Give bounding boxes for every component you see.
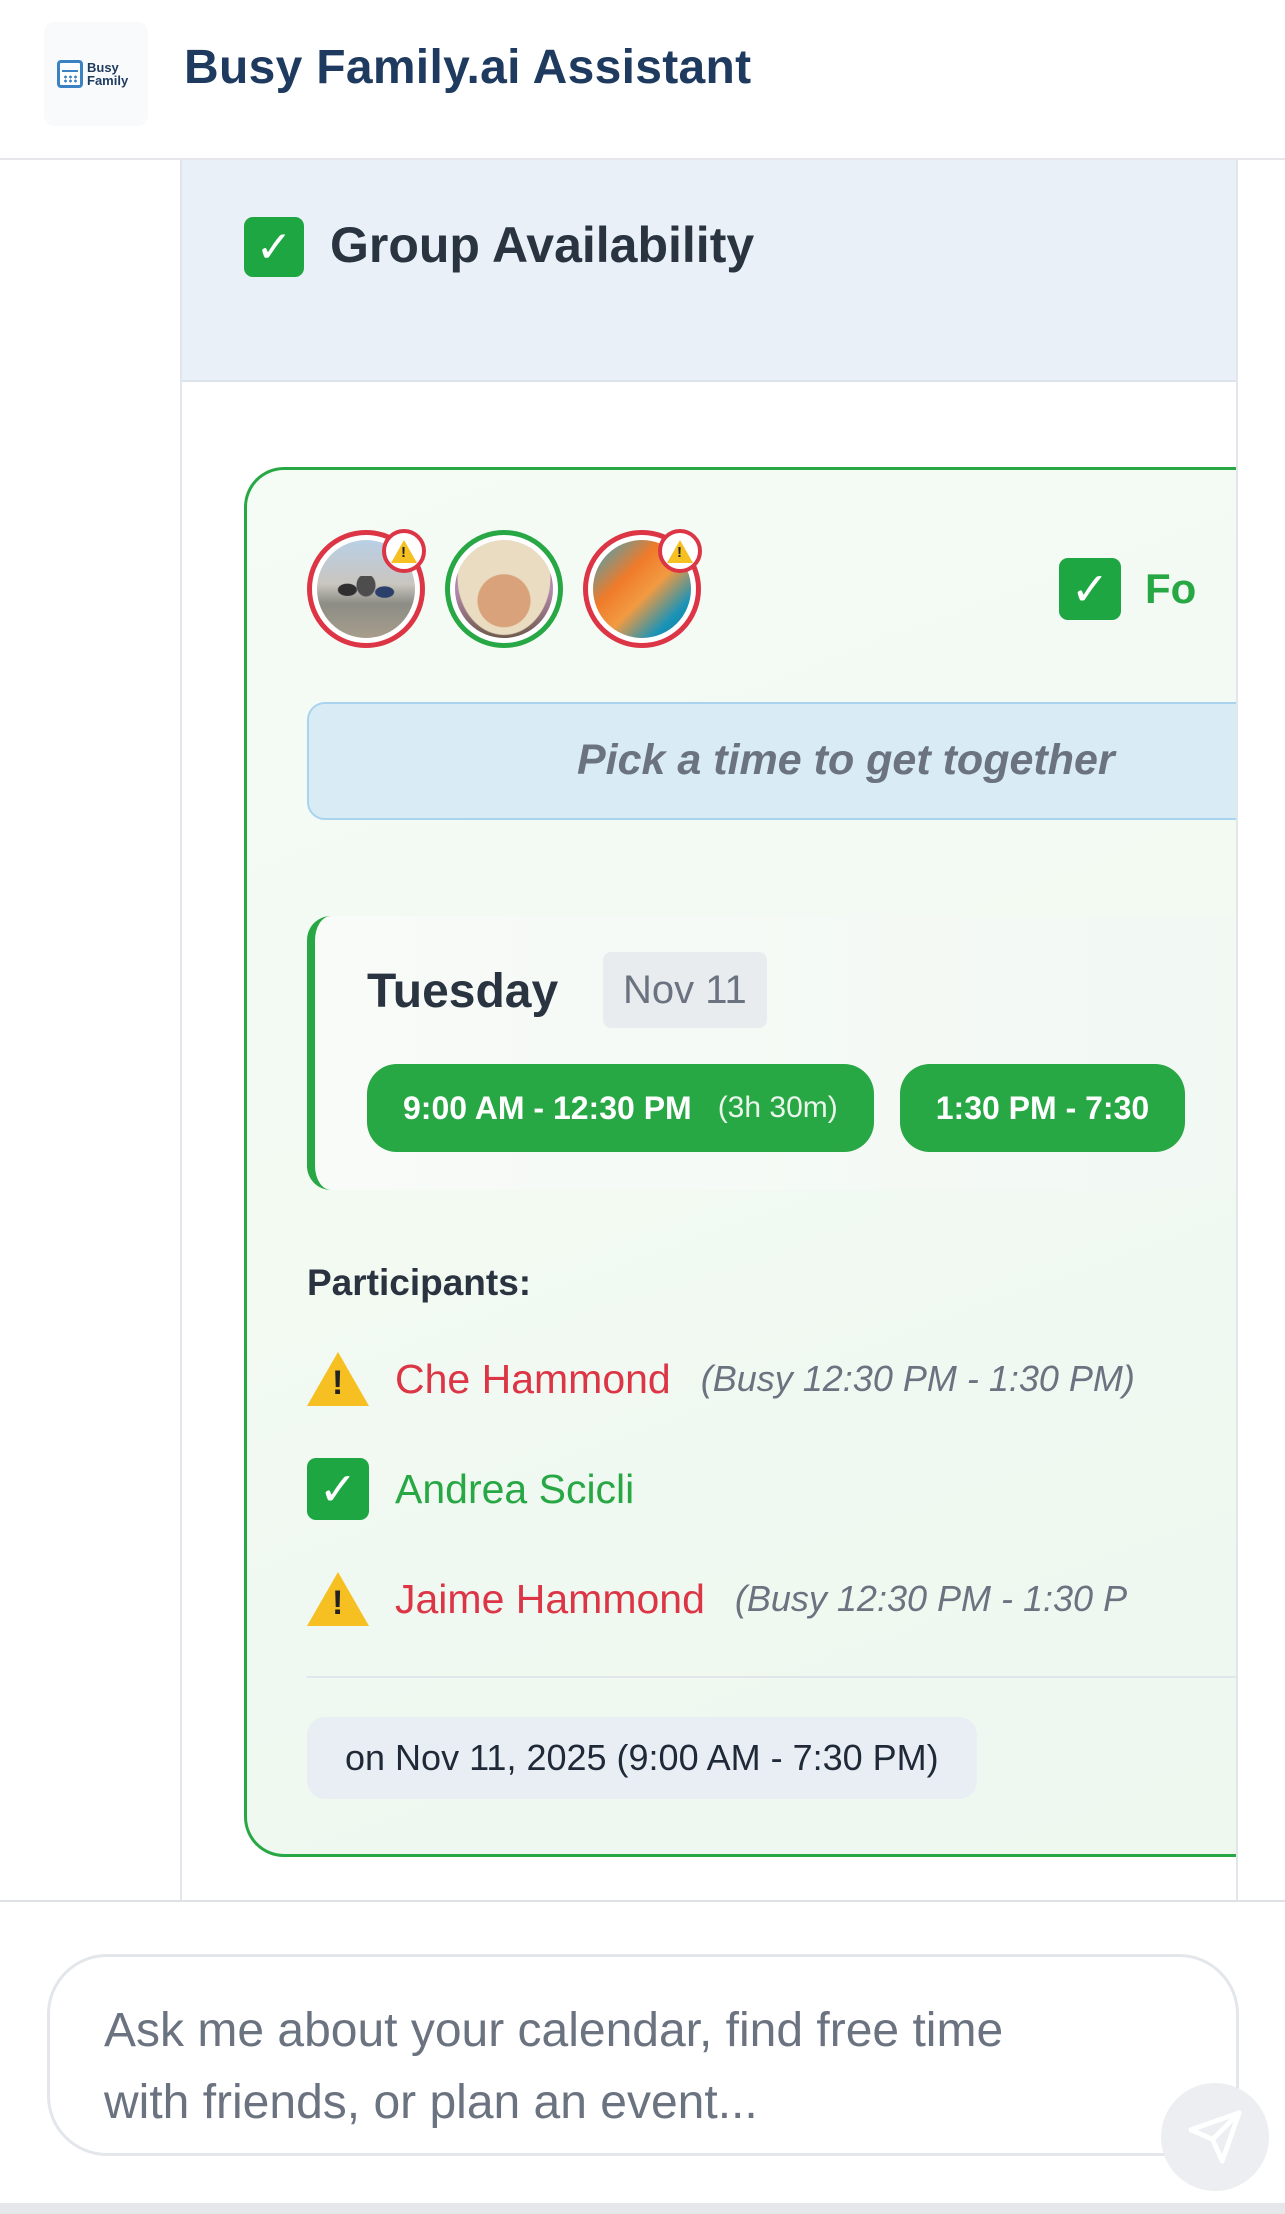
send-icon (1188, 2110, 1242, 2164)
message-input-placeholder: Ask me about your calendar, find free ti… (104, 2004, 1004, 2129)
card-header: ✓ Group Availability (182, 160, 1236, 382)
time-slot-button[interactable]: 1:30 PM - 7:30 (899, 1064, 1186, 1152)
warning-icon (307, 1568, 369, 1630)
participants-label: Participants: (307, 1262, 532, 1303)
message-composer: Ask me about your calendar, find free ti… (0, 1900, 1285, 2214)
found-status: ✓ Fo (1059, 558, 1196, 620)
send-button[interactable] (1161, 2083, 1269, 2191)
participant-row: ✓ Andrea Scicli (307, 1458, 634, 1520)
slot-time: 1:30 PM - 7:30 (935, 1089, 1150, 1126)
avatar[interactable] (307, 529, 426, 648)
app-title: Busy Family.ai Assistant (184, 41, 752, 94)
participant-name: Che Hammond (395, 1355, 671, 1402)
found-status-label: Fo (1145, 565, 1197, 612)
app-header: Busy Family Busy Family.ai Assistant (0, 0, 1285, 160)
check-mark-icon: ✓ (244, 217, 304, 277)
bottom-bar (0, 2203, 1285, 2214)
day-name: Tuesday (367, 965, 559, 1018)
warning-icon (307, 1348, 369, 1410)
availability-panel: ✓ Fo Pick a time to get together Tuesday… (244, 467, 1236, 1857)
slot-duration: (3h 30m) (717, 1091, 838, 1124)
check-mark-icon: ✓ (307, 1458, 369, 1520)
day-slot-group: Tuesday Nov 11 9:00 AM - 12:30 PM (3h 30… (307, 916, 1236, 1190)
participant-name: Andrea Scicli (395, 1465, 635, 1512)
avatar[interactable] (445, 530, 563, 648)
participant-name: Jaime Hammond (395, 1575, 705, 1622)
participant-busy-note: (Busy 12:30 PM - 1:30 P (734, 1578, 1128, 1619)
day-date-badge: Nov 11 (603, 952, 767, 1028)
check-mark-icon: ✓ (1059, 558, 1121, 620)
pick-time-prompt: Pick a time to get together (577, 736, 1115, 784)
avatar-photo (455, 540, 553, 638)
participant-row: Jaime Hammond (Busy 12:30 PM - 1:30 P (307, 1568, 1127, 1630)
warning-icon (658, 529, 702, 573)
time-slots: 9:00 AM - 12:30 PM (3h 30m) 1:30 PM - 7:… (367, 1064, 1186, 1152)
date-range-badge: on Nov 11, 2025 (9:00 AM - 7:30 PM) (307, 1717, 977, 1799)
card-title: Group Availability (330, 217, 755, 273)
time-slot-button[interactable]: 9:00 AM - 12:30 PM (3h 30m) (367, 1064, 874, 1152)
warning-icon (382, 529, 426, 573)
avatar[interactable] (583, 529, 702, 648)
app-logo: Busy Family (44, 22, 148, 126)
calendar-icon (57, 60, 83, 88)
logo-text: Busy Family (87, 60, 129, 88)
participant-avatars (307, 529, 702, 648)
participant-row: Che Hammond (Busy 12:30 PM - 1:30 PM) (307, 1348, 1135, 1410)
slot-time: 9:00 AM - 12:30 PM (403, 1089, 692, 1126)
pick-time-banner: Pick a time to get together (307, 702, 1236, 820)
group-availability-card: ✓ Group Availability ✓ Fo (180, 160, 1238, 1900)
message-input[interactable]: Ask me about your calendar, find free ti… (47, 1954, 1269, 2191)
chat-area[interactable]: ✓ Group Availability ✓ Fo (0, 160, 1285, 1900)
divider (307, 1676, 1236, 1678)
participant-busy-note: (Busy 12:30 PM - 1:30 PM) (700, 1358, 1135, 1399)
